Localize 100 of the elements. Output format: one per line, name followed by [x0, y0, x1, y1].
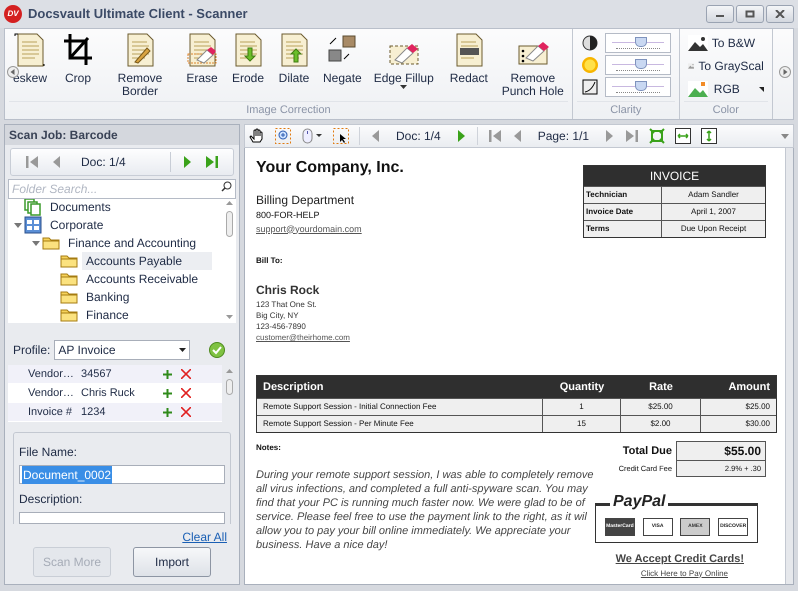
table-cell-text: Adam Sandler [687, 189, 740, 201]
table-cell: Terms [584, 221, 662, 237]
add-icon[interactable] [163, 388, 172, 398]
slider-thumb[interactable] [634, 59, 647, 69]
action-button[interactable]: Import [133, 547, 211, 577]
ribbon-button[interactable]: Edge Fillup [368, 32, 440, 98]
zoom-icon[interactable] [275, 128, 291, 144]
close-button[interactable] [766, 5, 794, 23]
index-field-row[interactable]: Vendor… Chris Ruck [8, 384, 222, 403]
ribbon-button[interactable]: Remove Punch Hole [494, 32, 572, 98]
tree-item[interactable]: Corporate [46, 216, 108, 234]
scroll-thumb[interactable] [226, 211, 232, 237]
ribbon-button[interactable]: Redact [444, 32, 494, 98]
accept-cards-link[interactable]: We Accept Credit Cards! [616, 551, 744, 568]
slider-thumb[interactable] [634, 81, 647, 91]
select-icon[interactable] [333, 128, 349, 144]
mouse-icon[interactable] [301, 128, 323, 144]
folder-icon [42, 236, 60, 250]
field-value: 1234 [81, 404, 106, 420]
first-page-icon[interactable] [488, 129, 502, 143]
column-header: Amount [727, 380, 771, 395]
column-header: Quantity [558, 380, 606, 395]
erase-icon [185, 32, 219, 68]
slider[interactable] [604, 55, 671, 75]
previous-doc-icon[interactable] [51, 155, 61, 169]
description-field[interactable] [19, 512, 225, 524]
check-circle-icon[interactable] [209, 342, 225, 358]
previous-doc-icon[interactable] [370, 129, 380, 143]
delete-icon[interactable] [181, 388, 191, 398]
clear-all-link[interactable]: Clear All [182, 528, 227, 546]
folder-icon [60, 272, 78, 286]
fit-height-icon[interactable] [701, 128, 718, 144]
slider[interactable] [604, 33, 671, 53]
sun-icon [580, 56, 599, 74]
contrast-icon [582, 35, 598, 51]
tree-item[interactable]: Banking [82, 288, 134, 306]
slider-thumb[interactable] [634, 37, 647, 47]
total-label: Total Due [622, 444, 672, 459]
hand-icon[interactable] [249, 128, 265, 144]
next-doc-icon[interactable] [456, 129, 467, 143]
tree-item[interactable]: Finance and Accounting [64, 234, 200, 252]
minimize-button[interactable] [706, 5, 734, 23]
doc-counter: Doc: 1/4 [396, 128, 441, 145]
index-field-row[interactable]: Invoice # 1234 [8, 403, 222, 422]
scroll-right-icon[interactable] [779, 66, 791, 78]
scrollbar[interactable] [785, 148, 793, 584]
column-header: Description [262, 380, 325, 395]
file-name-label: File Name: [19, 444, 78, 461]
tree-item[interactable]: Accounts Receivable [82, 270, 202, 288]
last-page-icon[interactable] [625, 129, 640, 143]
expand-arrow-icon[interactable] [32, 239, 40, 247]
ribbon-button[interactable]: Negate [317, 32, 368, 98]
tree-item[interactable]: Accounts Payable [82, 252, 212, 270]
doc-counter: Doc: 1/4 [81, 154, 126, 171]
table-cell-text: April 1, 2007 [690, 206, 737, 218]
notes-line: allow you to pay your bill online immediately. We appreciate your [256, 524, 570, 538]
delete-icon[interactable] [181, 369, 191, 379]
scroll-up-icon[interactable] [226, 201, 232, 205]
add-icon[interactable] [163, 408, 172, 416]
folder-search-field[interactable]: Folder Search... [8, 179, 236, 199]
notes-line: find that your PC is running much faster now. We were glad to be of [256, 496, 585, 510]
slider[interactable] [604, 77, 671, 97]
pay-online-link[interactable]: Click Here to Pay Online [640, 568, 728, 580]
search-icon [221, 181, 232, 192]
scroll-thumb[interactable] [226, 379, 232, 395]
email-link[interactable]: support@yourdomain.com [256, 222, 404, 236]
ribbon-button[interactable]: Erase [179, 32, 225, 98]
ribbon-button[interactable]: Erode [225, 32, 271, 98]
caret-icon [179, 348, 186, 352]
add-icon[interactable] [163, 370, 172, 378]
table-cell: $2.00 [621, 416, 701, 432]
next-doc-icon[interactable] [183, 155, 193, 169]
expand-arrow-icon[interactable] [14, 221, 22, 229]
overflow-icon[interactable] [781, 132, 789, 140]
delete-icon[interactable] [181, 407, 191, 417]
first-doc-icon[interactable] [25, 155, 39, 169]
tree-item[interactable]: Finance [82, 306, 133, 323]
previous-page-icon[interactable] [512, 129, 522, 143]
color-button[interactable]: To GrayScal [688, 57, 764, 75]
next-page-icon[interactable] [605, 129, 616, 143]
color-button[interactable]: To B&W [688, 34, 764, 52]
ribbon-button[interactable]: Dilate [271, 32, 317, 98]
tree-item[interactable]: Documents [46, 198, 115, 216]
ribbon-button[interactable]: eskew [5, 32, 55, 98]
last-doc-icon[interactable] [205, 155, 219, 169]
scroll-down-icon[interactable] [226, 315, 232, 319]
color-button[interactable]: RGB [688, 80, 764, 98]
maximize-button[interactable] [736, 5, 764, 23]
department: Billing Department [256, 192, 356, 209]
ribbon-button[interactable]: Remove Border [101, 32, 179, 98]
index-field-row[interactable]: Vendor… 34567 [8, 365, 222, 384]
group-label: Color [684, 101, 768, 119]
table-cell-text: $30.00 [744, 418, 771, 430]
ribbon-button[interactable]: Crop [55, 32, 101, 98]
profile-dropdown[interactable]: AP Invoice [54, 340, 190, 360]
fit-width-icon[interactable] [675, 128, 692, 144]
email-link[interactable]: customer@theirhome.com [256, 332, 350, 343]
fit-page-icon[interactable] [649, 128, 666, 144]
page-counter: Page: 1/1 [538, 128, 590, 145]
scroll-up-icon[interactable] [226, 369, 232, 373]
